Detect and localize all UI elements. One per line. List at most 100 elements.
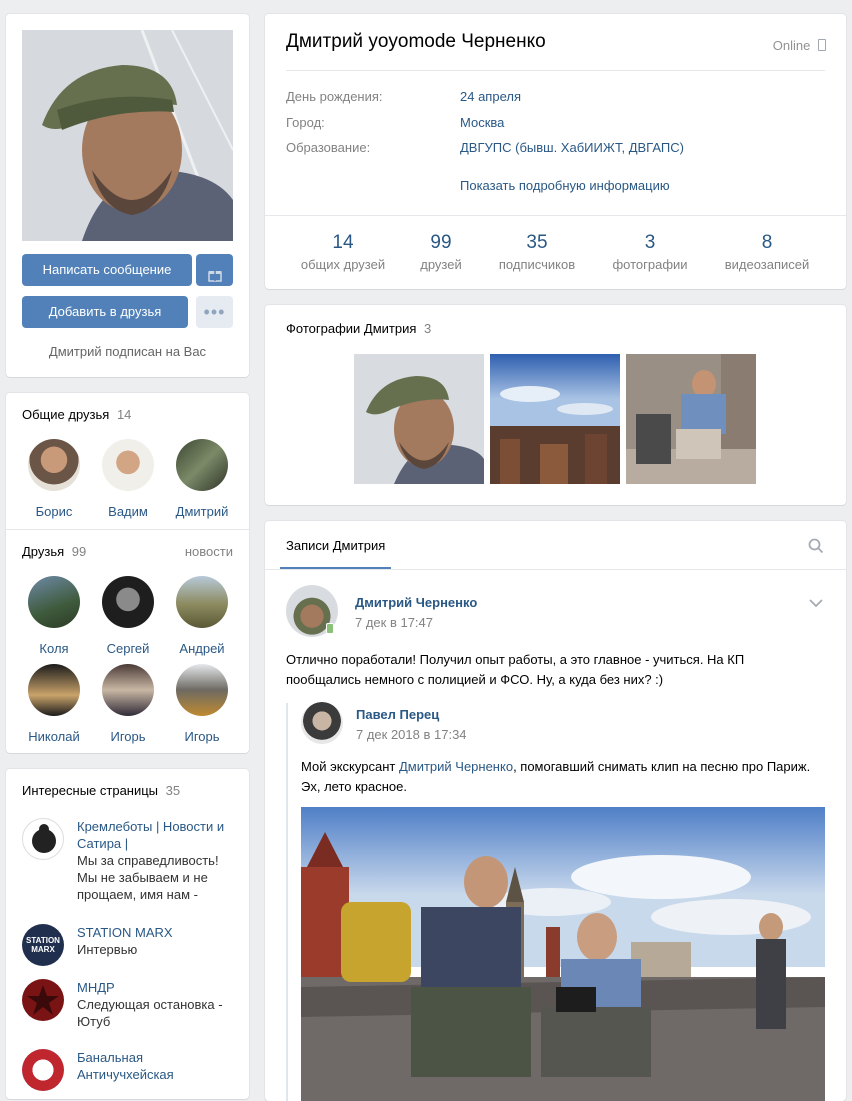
friend-item[interactable]: Игорь (164, 664, 240, 744)
counter-label: общих друзей (300, 257, 386, 272)
mutual-friends-count: 14 (116, 407, 132, 422)
photos-header[interactable]: Фотографии Дмитрия 3 (286, 321, 431, 336)
friend-name: Вадим (108, 504, 148, 519)
interesting-pages-card: Интересные страницы 35 Кремлеботы | Ново… (6, 769, 249, 1099)
page-title[interactable]: STATION MARX (77, 924, 242, 941)
wall-card: Записи Дмитрия Дмитрий Черненко 7 дек в … (265, 521, 846, 1101)
page-title[interactable]: МНДР (77, 979, 242, 996)
avatar (28, 664, 80, 716)
gift-button[interactable] (196, 254, 233, 286)
info-value-education[interactable]: ДВГУПС (бывш. ХабИИЖТ, ДВГАПС) (460, 140, 684, 155)
add-friend-button[interactable]: Добавить в друзья (22, 296, 188, 328)
friend-name: Борис (35, 504, 73, 519)
avatar (22, 1049, 64, 1091)
info-value-birthday[interactable]: 24 апреля (460, 89, 521, 104)
post-date[interactable]: 7 дек в 17:47 (355, 615, 433, 630)
info-label-education: Образование: (286, 140, 371, 155)
mobile-icon (818, 39, 826, 51)
search-icon (808, 538, 824, 557)
mutual-friend-item[interactable]: Борис (16, 439, 92, 519)
repost-text: Мой экскурсант Дмитрий Черненко, помогав… (301, 757, 821, 797)
counter-label: подписчиков (498, 257, 576, 272)
photos-card: Фотографии Дмитрия 3 (265, 305, 846, 505)
post-author-name[interactable]: Дмитрий Черненко (355, 595, 477, 610)
friend-name: Сергей (106, 641, 150, 656)
repost-date[interactable]: 7 дек 2018 в 17:34 (356, 727, 467, 742)
repost-photo[interactable] (301, 807, 825, 1101)
counter-value: 3 (644, 232, 656, 253)
photos-count: 3 (424, 321, 432, 336)
avatar (176, 439, 228, 491)
repost-author-name[interactable]: Павел Перец (356, 707, 439, 722)
station-marx-logo: STATION MARX (26, 936, 60, 954)
profile-name: Дмитрий yoyomode Черненко (286, 31, 546, 52)
counter-mutual-friends[interactable]: 14 общих друзей (293, 232, 393, 272)
profile-avatar-card: Написать сообщение Добавить в друзья •••… (6, 14, 249, 377)
counter-photos[interactable]: 3 фотографии (600, 232, 700, 272)
show-more-info-link[interactable]: Показать подробную информацию (460, 178, 670, 193)
online-status: Online (773, 38, 826, 53)
repost-author-avatar[interactable] (301, 702, 343, 744)
counter-videos[interactable]: 8 видеозаписей (715, 232, 819, 272)
photo-thumb[interactable] (626, 354, 756, 484)
avatar (22, 979, 64, 1021)
page-description: Интервью (77, 942, 138, 957)
profile-photo[interactable] (22, 30, 233, 241)
pages-title: Интересные страницы (22, 783, 159, 798)
more-actions-button[interactable]: ••• (196, 296, 233, 328)
tab-wall-posts[interactable]: Записи Дмитрия (280, 521, 392, 569)
avatar (176, 664, 228, 716)
repost-text-start: Мой экскурсант (301, 759, 399, 774)
info-value-city[interactable]: Москва (460, 115, 504, 130)
page-title[interactable]: Банальная Античучхейская (77, 1049, 242, 1083)
avatar (28, 439, 80, 491)
friend-name: Николай (28, 729, 80, 744)
friends-title: Друзья (22, 544, 65, 559)
pages-header[interactable]: Интересные страницы 35 (22, 783, 180, 798)
counter-value: 14 (332, 232, 354, 253)
gift-icon (207, 262, 222, 294)
friend-item[interactable]: Андрей (164, 576, 240, 656)
page-description: Мы за справедливость! Мы не забываем и н… (77, 853, 219, 902)
friend-item[interactable]: Сергей (90, 576, 166, 656)
counter-label: видеозаписей (724, 257, 810, 272)
post-text: Отлично поработали! Получил опыт работы,… (286, 652, 745, 687)
friends-header[interactable]: Друзья 99 (22, 544, 86, 559)
photo-thumb[interactable] (354, 354, 484, 484)
photos-title: Фотографии Дмитрия (286, 321, 417, 336)
divider (265, 215, 846, 216)
mutual-friends-header[interactable]: Общие друзья 14 (22, 407, 131, 422)
friend-name: Игорь (184, 729, 220, 744)
mutual-friend-item[interactable]: Дмитрий (164, 439, 240, 519)
send-message-button[interactable]: Написать сообщение (22, 254, 192, 286)
friends-news-link[interactable]: новости (185, 544, 233, 559)
counter-followers[interactable]: 35 подписчиков (487, 232, 587, 272)
counter-friends[interactable]: 99 друзей (401, 232, 481, 272)
counter-value: 99 (430, 232, 452, 253)
mention-link[interactable]: Дмитрий Черненко (399, 759, 513, 774)
friends-count: 99 (71, 544, 87, 559)
friend-item[interactable]: Коля (16, 576, 92, 656)
photo-thumb[interactable] (490, 354, 620, 484)
avatar (22, 818, 64, 860)
mutual-friends-title: Общие друзья (22, 407, 110, 422)
online-status-text: Online (772, 38, 811, 53)
friend-item[interactable]: Игорь (90, 664, 166, 744)
friend-item[interactable]: Николай (16, 664, 92, 744)
pages-count: 35 (165, 783, 181, 798)
tab-label: Записи Дмитрия (286, 538, 386, 553)
avatar (176, 576, 228, 628)
counter-label: друзей (420, 257, 462, 272)
divider (6, 529, 249, 530)
mutual-friend-item[interactable]: Вадим (90, 439, 166, 519)
avatar (28, 576, 80, 628)
wall-search-button[interactable] (808, 538, 824, 557)
page-title[interactable]: Кремлеботы | Новости и Сатира | (77, 818, 242, 852)
counter-value: 8 (761, 232, 773, 253)
post-menu-button[interactable] (808, 596, 824, 611)
divider (265, 569, 846, 570)
avatar (102, 439, 154, 491)
counter-value: 35 (526, 232, 548, 253)
chevron-down-icon (808, 596, 824, 611)
divider (286, 70, 825, 71)
